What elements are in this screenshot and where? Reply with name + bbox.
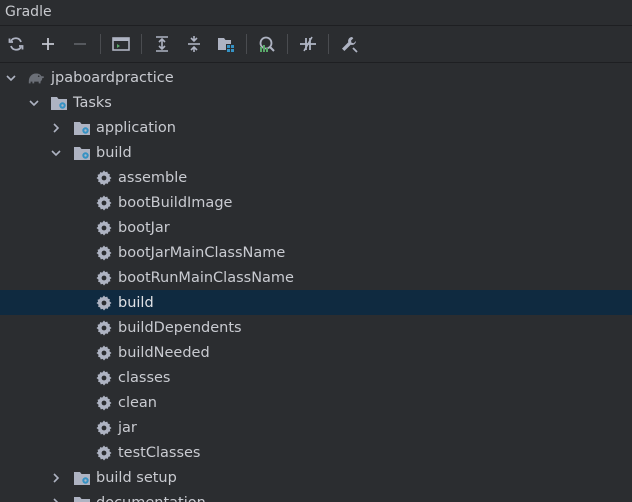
task-item[interactable]: bootJar bbox=[0, 215, 632, 240]
task-item[interactable]: classes bbox=[0, 365, 632, 390]
task-label: bootJar bbox=[118, 219, 170, 236]
minus-icon[interactable] bbox=[68, 32, 92, 56]
gradle-toolbar bbox=[0, 26, 632, 63]
gear-icon bbox=[95, 244, 113, 262]
refresh-icon[interactable] bbox=[4, 32, 28, 56]
task-folder-icon bbox=[73, 469, 91, 487]
tree-node-build-setup[interactable]: build setup bbox=[0, 465, 632, 490]
task-folder-icon bbox=[73, 494, 91, 502]
task-item[interactable]: bootBuildImage bbox=[0, 190, 632, 215]
gradle-tool-window: Gradle jpaboardpractice Tasks applicatio… bbox=[0, 0, 632, 502]
toolbar-separator bbox=[328, 34, 329, 54]
task-label: jar bbox=[118, 419, 137, 436]
group-label: build bbox=[96, 144, 132, 161]
gradle-elephant-icon bbox=[27, 69, 45, 87]
task-label: classes bbox=[118, 369, 171, 386]
collapse-all-icon[interactable] bbox=[182, 32, 206, 56]
task-label: build bbox=[118, 294, 154, 311]
task-label: clean bbox=[118, 394, 157, 411]
task-label: buildDependents bbox=[118, 319, 242, 336]
tree-node-project[interactable]: jpaboardpractice bbox=[0, 65, 632, 90]
task-item[interactable]: build bbox=[0, 290, 632, 315]
gear-icon bbox=[95, 394, 113, 412]
group-label: application bbox=[96, 119, 176, 136]
chevron-right-icon[interactable] bbox=[49, 471, 63, 485]
group-label: build setup bbox=[96, 469, 177, 486]
tree-node-documentation[interactable]: documentation bbox=[0, 490, 632, 502]
task-label: testClasses bbox=[118, 444, 201, 461]
tree-node-build-group[interactable]: build bbox=[0, 140, 632, 165]
gear-icon bbox=[95, 369, 113, 387]
settings-wrench-icon[interactable] bbox=[337, 32, 361, 56]
group-label: documentation bbox=[96, 495, 206, 502]
analyze-dependencies-icon[interactable] bbox=[255, 32, 279, 56]
toggle-offline-icon[interactable] bbox=[296, 32, 320, 56]
gear-icon bbox=[95, 444, 113, 462]
chevron-down-icon[interactable] bbox=[27, 96, 41, 110]
task-item[interactable]: buildNeeded bbox=[0, 340, 632, 365]
toolbar-separator bbox=[287, 34, 288, 54]
gear-icon bbox=[95, 294, 113, 312]
plus-icon[interactable] bbox=[36, 32, 60, 56]
gradle-task-tree: jpaboardpractice Tasks application build… bbox=[0, 63, 632, 502]
gear-icon bbox=[95, 219, 113, 237]
gear-icon bbox=[95, 344, 113, 362]
tree-node-tasks[interactable]: Tasks bbox=[0, 90, 632, 115]
task-folder-icon bbox=[73, 144, 91, 162]
gear-icon bbox=[95, 194, 113, 212]
task-label: bootJarMainClassName bbox=[118, 244, 286, 261]
task-label: bootBuildImage bbox=[118, 194, 233, 211]
gear-icon bbox=[95, 419, 113, 437]
task-label: bootRunMainClassName bbox=[118, 269, 294, 286]
task-folder-icon bbox=[73, 119, 91, 137]
task-item[interactable]: bootRunMainClassName bbox=[0, 265, 632, 290]
task-item[interactable]: bootJarMainClassName bbox=[0, 240, 632, 265]
task-label: assemble bbox=[118, 169, 188, 186]
group-modules-icon[interactable] bbox=[214, 32, 238, 56]
task-item[interactable]: assemble bbox=[0, 165, 632, 190]
tool-window-title: Gradle bbox=[0, 0, 632, 26]
expand-all-icon[interactable] bbox=[150, 32, 174, 56]
chevron-down-icon[interactable] bbox=[4, 71, 18, 85]
toolbar-separator bbox=[141, 34, 142, 54]
task-item[interactable]: jar bbox=[0, 415, 632, 440]
build-task-list: assemble bootBuildImage bootJar bootJarMain… bbox=[0, 165, 632, 465]
run-task-icon[interactable] bbox=[109, 32, 133, 56]
task-item[interactable]: testClasses bbox=[0, 440, 632, 465]
gear-icon bbox=[95, 319, 113, 337]
tree-node-application[interactable]: application bbox=[0, 115, 632, 140]
task-item[interactable]: clean bbox=[0, 390, 632, 415]
task-item[interactable]: buildDependents bbox=[0, 315, 632, 340]
toolbar-separator bbox=[100, 34, 101, 54]
gear-icon bbox=[95, 269, 113, 287]
task-label: buildNeeded bbox=[118, 344, 210, 361]
chevron-down-icon[interactable] bbox=[49, 146, 63, 160]
gear-icon bbox=[95, 169, 113, 187]
project-label: jpaboardpractice bbox=[51, 69, 174, 86]
tasks-label: Tasks bbox=[73, 94, 112, 111]
chevron-right-icon[interactable] bbox=[49, 496, 63, 502]
toolbar-separator bbox=[246, 34, 247, 54]
task-folder-icon bbox=[50, 94, 68, 112]
chevron-right-icon[interactable] bbox=[49, 121, 63, 135]
